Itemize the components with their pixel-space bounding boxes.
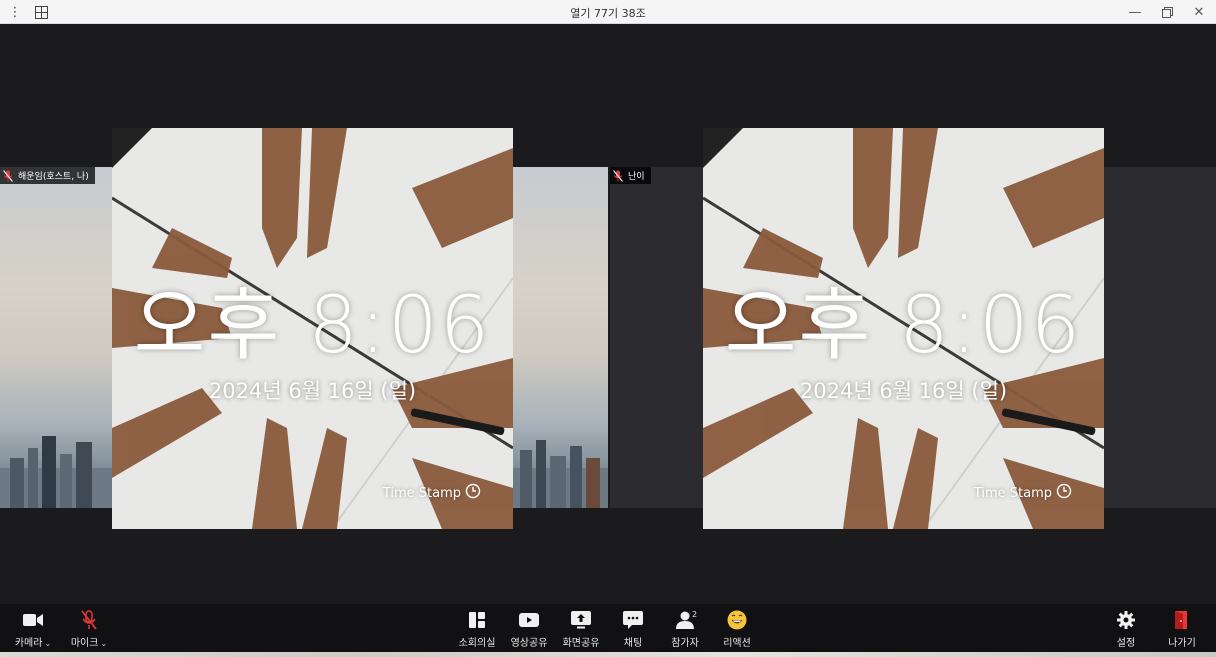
- video-share-label: 영상공유: [510, 638, 548, 649]
- timestamp-brand-label: Time Stamp: [382, 485, 461, 501]
- exit-door-icon: [1174, 608, 1190, 632]
- screen-share-button[interactable]: 화면공유: [555, 608, 607, 650]
- leave-button[interactable]: 나가기: [1156, 608, 1208, 650]
- reaction-button[interactable]: 리액션: [711, 608, 763, 650]
- taskbar-strip: [0, 652, 1216, 657]
- timestamp-brand: Time Stamp: [974, 483, 1072, 503]
- mic-muted-icon: [612, 169, 624, 183]
- toolbar-right: 설정 나가기: [1100, 608, 1208, 650]
- mic-muted-icon: [2, 169, 14, 183]
- participants-label: 참가자: [671, 638, 699, 649]
- gallery-layout-icon[interactable]: [32, 3, 50, 21]
- chevron-down-icon[interactable]: ⌄: [100, 639, 107, 648]
- minimize-button[interactable]: —: [1126, 2, 1144, 22]
- play-video-icon: [519, 608, 539, 632]
- chat-bubble-icon: [623, 608, 643, 632]
- shared-photo-left: 오후 8:06 2024년 6월 16일 (일) Time Stamp: [112, 128, 513, 529]
- participant-name-tag: 난이: [610, 167, 651, 184]
- timestamp-date: 2024년 6월 16일 (일): [208, 379, 417, 403]
- participant-name-tag: 해운임(호스트, 나): [0, 167, 95, 184]
- screen-share-icon: [571, 608, 591, 632]
- video-stage: 해운임(호스트, 나) 난이 오후 8:06 2024년 6월 16일 (일) …: [0, 24, 1216, 604]
- participant-name: 해운임(호스트, 나): [18, 172, 89, 182]
- timestamp-time: 오후 8:06: [724, 281, 1083, 371]
- leave-label: 나가기: [1168, 638, 1196, 649]
- gear-icon: [1117, 608, 1135, 632]
- timestamp-time: 오후 8:06: [133, 281, 492, 371]
- breakout-room-label: 소회의실: [458, 638, 496, 649]
- more-vertical-icon[interactable]: ⋮: [6, 3, 24, 21]
- timestamp-brand: Time Stamp: [383, 483, 481, 503]
- chat-label: 채팅: [623, 638, 643, 649]
- restore-button[interactable]: [1158, 2, 1176, 22]
- video-camera-icon: [23, 608, 43, 632]
- video-share-button[interactable]: 영상공유: [503, 608, 555, 650]
- camera-button[interactable]: 카메라 ⌄: [8, 608, 58, 650]
- clock-icon: [465, 483, 481, 503]
- toolbar-center: 소회의실 영상공유 화면공유 채팅 2 참가자 리액션: [451, 608, 763, 650]
- chevron-down-icon[interactable]: ⌄: [44, 639, 51, 648]
- shared-photo-right: 오후 8:06 2024년 6월 16일 (일) Time Stamp: [703, 128, 1104, 529]
- settings-button[interactable]: 설정: [1100, 608, 1152, 650]
- timestamp-brand-label: Time Stamp: [973, 485, 1052, 501]
- mic-button[interactable]: 마이크 ⌄: [64, 608, 114, 650]
- participants-button[interactable]: 2 참가자: [659, 608, 711, 650]
- breakout-room-button[interactable]: 소회의실: [451, 608, 503, 650]
- participants-count: 2: [692, 610, 698, 619]
- breakout-room-icon: [469, 608, 485, 632]
- reaction-label: 리액션: [723, 638, 751, 649]
- mic-muted-icon: [81, 608, 97, 632]
- timestamp-date: 2024년 6월 16일 (일): [799, 379, 1008, 403]
- clock-icon: [1056, 483, 1072, 503]
- toolbar-left: 카메라 ⌄ 마이크 ⌄: [8, 608, 114, 650]
- title-bar: ⋮ 열기 77기 38조 — ✕: [0, 0, 1216, 24]
- mic-label: 마이크: [70, 638, 99, 649]
- camera-label: 카메라: [14, 638, 43, 649]
- meeting-toolbar: 카메라 ⌄ 마이크 ⌄ 소회의실 영상공유 화면공유 채팅 2 참가자 리액션 …: [0, 604, 1216, 652]
- participant-name: 난이: [628, 172, 645, 182]
- settings-label: 설정: [1116, 638, 1136, 649]
- screen-share-label: 화면공유: [562, 638, 600, 649]
- close-button[interactable]: ✕: [1190, 2, 1208, 22]
- chat-button[interactable]: 채팅: [607, 608, 659, 650]
- smile-emoji-icon: [727, 608, 747, 632]
- window-title: 열기 77기 38조: [570, 7, 646, 20]
